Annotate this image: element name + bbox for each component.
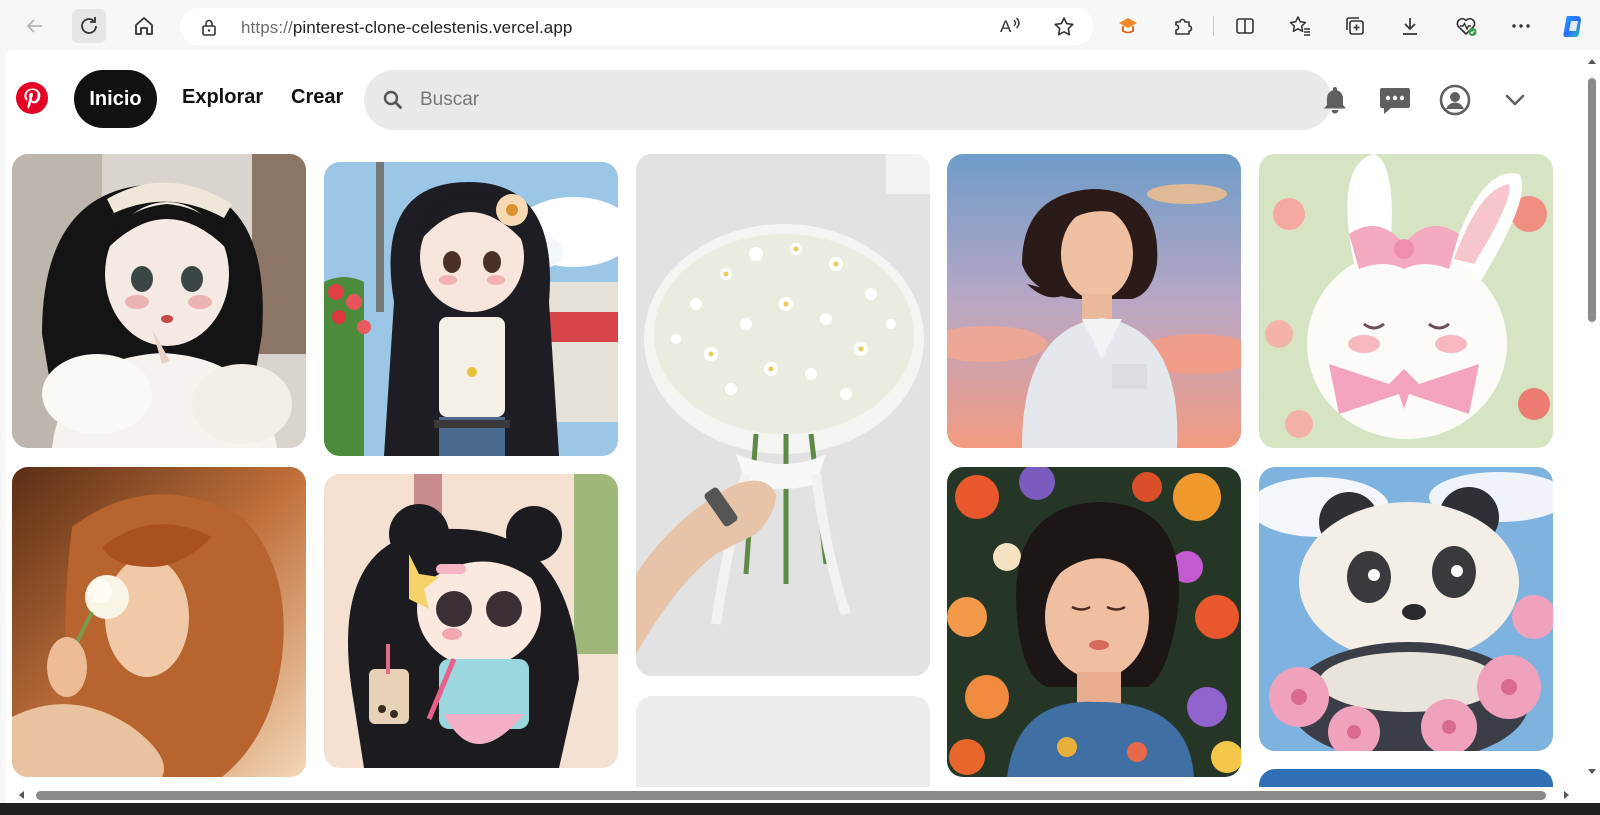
pin-card[interactable] [12,154,306,448]
pin-image-panda-pink-flowers [1259,467,1553,751]
chevron-down-icon[interactable] [1495,80,1535,120]
pin-image-girl-sunset [947,154,1241,448]
vertical-scrollbar[interactable] [1584,50,1600,780]
read-aloud-icon[interactable]: A [998,15,1022,42]
profile-avatar-icon[interactable] [1435,80,1475,120]
browser-essentials-icon[interactable] [1449,9,1483,43]
scroll-down-arrow-icon[interactable] [1588,767,1596,775]
notifications-bell-icon[interactable] [1315,80,1355,120]
scroll-right-arrow-icon[interactable] [1562,791,1570,799]
scroll-up-arrow-icon[interactable] [1588,58,1596,66]
vertical-scroll-thumb[interactable] [1588,78,1596,322]
toolbar-divider [1213,16,1214,36]
favorites-icon[interactable] [1283,9,1317,43]
pin-image-anime-girl-flower-clip [324,162,618,456]
pin-card[interactable] [12,467,306,777]
pin-image-chibi-bubble-tea [324,474,618,768]
horizontal-scroll-thumb[interactable] [36,791,1546,800]
taskbar-edge [0,803,1600,815]
download-icon[interactable] [1393,9,1427,43]
pin-card[interactable] [947,154,1241,448]
pin-card[interactable] [636,154,930,676]
horizontal-scrollbar[interactable] [6,787,1584,803]
puzzle-icon[interactable] [1166,9,1200,43]
pin-card[interactable] [947,467,1241,777]
nav-home-button[interactable]: Inicio [74,70,157,128]
collections-icon[interactable] [1338,9,1372,43]
messages-icon[interactable] [1375,80,1415,120]
pin-image-girl-smelling-flower [12,467,306,777]
pin-card[interactable] [1259,467,1553,751]
split-screen-icon[interactable] [1228,9,1262,43]
pin-card[interactable] [324,162,618,456]
refresh-icon[interactable] [72,9,106,43]
nav-explore-link[interactable]: Explorar [182,86,263,109]
pin-card[interactable] [1259,154,1553,448]
pin-image-bunny-pink-bow [1259,154,1553,448]
extension-icon[interactable] [1111,9,1145,43]
url-text: https://pinterest-clone-celestenis.verce… [241,18,573,37]
pinterest-logo-icon[interactable] [16,82,48,114]
home-icon[interactable] [127,9,161,43]
pin-image-girl-in-flowers [947,467,1241,777]
browser-toolbar: https://pinterest-clone-celestenis.verce… [0,0,1600,50]
more-icon[interactable] [1504,9,1538,43]
page-viewport: Inicio Explorar Crear [6,50,1600,815]
pin-card[interactable] [324,474,618,768]
address-bar[interactable]: https://pinterest-clone-celestenis.verce… [180,8,1093,45]
nav-create-link[interactable]: Crear [291,86,343,109]
pin-image-flower-bouquet [636,154,930,676]
search-icon [382,89,404,116]
search-bar[interactable] [364,70,1332,130]
scroll-left-arrow-icon[interactable] [18,791,26,799]
favorite-star-icon[interactable] [1052,15,1076,44]
lock-icon[interactable] [200,18,218,41]
copilot-icon[interactable] [1557,9,1591,43]
back-icon[interactable] [18,9,52,43]
search-input[interactable] [420,84,1300,116]
svg-text:A: A [1000,17,1012,36]
pin-image-anime-girl-headband [12,154,306,448]
